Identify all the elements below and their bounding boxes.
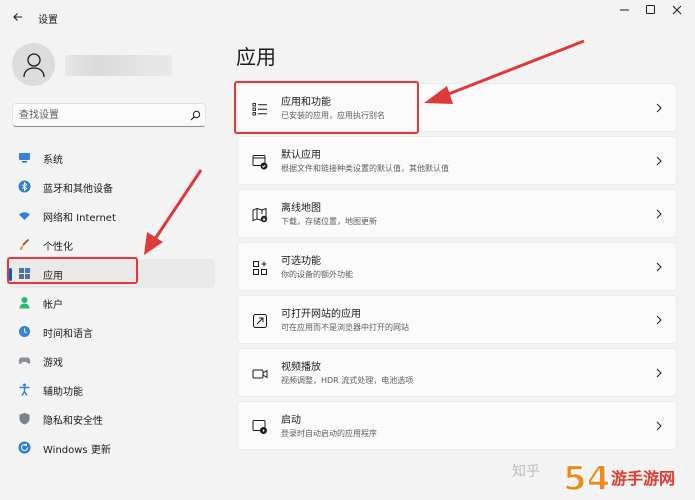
card-title: 启动 [281, 415, 301, 426]
card-subtitle: 视频调整，HDR 流式处理，电池选项 [281, 376, 414, 385]
sidebar-item-label: 游戏 [43, 358, 63, 369]
sidebar-item-label: 辅助功能 [43, 387, 83, 398]
chevron-right-icon [656, 209, 662, 219]
account-icon [19, 297, 30, 309]
chevron-right-icon [656, 262, 662, 272]
card-title: 可选功能 [281, 256, 321, 267]
display-icon [19, 153, 30, 163]
sidebar-item-label: 个性化 [43, 242, 73, 253]
grid-plus-icon [253, 261, 267, 275]
card-subtitle: 下载，存储位置，地图更新 [281, 217, 377, 226]
accessibility-icon [19, 383, 30, 396]
search-box[interactable] [12, 103, 206, 127]
sidebar-item-personalization[interactable]: 个性化 [8, 230, 215, 259]
card-default-apps[interactable]: 默认应用 根据文件和链接种类设置的默认值，其他默认值 [237, 136, 677, 185]
svg-text:游: 游 [611, 469, 627, 488]
update-icon [18, 441, 31, 454]
default-apps-icon [252, 155, 268, 170]
card-startup[interactable]: 启动 登录时自动启动的应用程序 [237, 401, 677, 450]
search-input[interactable] [19, 107, 179, 123]
sidebar-nav: 系统 蓝牙和其他设备 网络和 Internet 个性化 应用 帐户 时间和语言 … [0, 143, 215, 462]
card-title: 视频播放 [281, 362, 321, 373]
chevron-right-icon [656, 156, 662, 166]
sidebar-item-network[interactable]: 网络和 Internet [8, 201, 215, 230]
svg-text:54: 54 [563, 459, 610, 499]
card-apps-for-websites[interactable]: 可打开网站的应用 可在应用而不是浏览器中打开的网站 [237, 295, 677, 344]
sidebar-item-accounts[interactable]: 帐户 [8, 288, 215, 317]
close-icon [672, 5, 682, 15]
window-title: 设置 [38, 15, 58, 26]
gamepad-icon [18, 357, 31, 364]
sidebar-item-label: 系统 [43, 155, 63, 166]
back-arrow-icon [13, 13, 22, 21]
sidebar-item-system[interactable]: 系统 [8, 143, 215, 172]
chevron-right-icon [656, 315, 662, 325]
watermark-text: 知乎 [512, 464, 540, 480]
card-video-playback[interactable]: 视频播放 视频调整，HDR 流式处理，电池选项 [237, 348, 677, 397]
card-subtitle: 你的设备的额外功能 [281, 270, 353, 279]
bluetooth-icon [18, 180, 31, 193]
card-title: 离线地图 [281, 203, 321, 214]
sidebar-item-privacy[interactable]: 隐私和安全性 [8, 404, 215, 433]
globe-clock-icon [19, 326, 30, 337]
sidebar-item-label: 时间和语言 [43, 329, 93, 340]
chevron-right-icon [656, 421, 662, 431]
annotation-highlight-apps-features [234, 81, 419, 134]
sidebar-item-label: 帐户 [43, 300, 63, 311]
user-icon [23, 53, 45, 78]
page-title: 应用 [236, 45, 276, 69]
close-button[interactable] [662, 0, 692, 20]
chevron-right-icon [656, 368, 662, 378]
search-icon[interactable] [190, 110, 201, 121]
sidebar-item-label: 网络和 Internet [43, 213, 116, 224]
sidebar-item-gaming[interactable]: 游戏 [8, 346, 215, 375]
sidebar-item-time-language[interactable]: 时间和语言 [8, 317, 215, 346]
wifi-icon [19, 212, 30, 220]
open-link-icon [253, 314, 267, 328]
card-subtitle: 登录时自动启动的应用程序 [281, 429, 377, 438]
sidebar-item-windows-update[interactable]: Windows 更新 [8, 433, 215, 462]
annotation-highlight-apps-nav [7, 257, 138, 284]
chevron-right-icon [656, 103, 662, 113]
startup-icon [252, 420, 267, 434]
card-title: 可打开网站的应用 [281, 309, 361, 320]
sidebar-item-label: Windows 更新 [43, 445, 111, 456]
sidebar-item-label: 蓝牙和其他设备 [43, 184, 113, 195]
back-button[interactable] [10, 9, 26, 25]
card-subtitle: 根据文件和链接种类设置的默认值，其他默认值 [281, 164, 449, 173]
sidebar-item-label: 隐私和安全性 [43, 416, 103, 427]
avatar[interactable] [12, 43, 55, 86]
sidebar-item-bluetooth[interactable]: 蓝牙和其他设备 [8, 172, 215, 201]
title-bar: 设置 [0, 0, 695, 34]
svg-text:手游网: 手游网 [627, 469, 675, 488]
shield-icon [19, 412, 30, 425]
offline-map-icon [252, 207, 268, 223]
sidebar-item-accessibility[interactable]: 辅助功能 [8, 375, 215, 404]
brush-icon [20, 238, 30, 250]
user-name-redacted [65, 55, 172, 76]
card-optional-features[interactable]: 可选功能 你的设备的额外功能 [237, 242, 677, 291]
card-offline-maps[interactable]: 离线地图 下载，存储位置，地图更新 [237, 189, 677, 238]
settings-card-list: 应用和功能 已安装的应用，应用执行别名 默认应用 根据文件和链接种类设置的默认值… [237, 83, 677, 454]
card-title: 默认应用 [281, 150, 321, 161]
card-subtitle: 可在应用而不是浏览器中打开的网站 [281, 323, 409, 332]
watermark-logo: 54 游 手游网 [563, 458, 675, 500]
video-icon [252, 369, 268, 379]
